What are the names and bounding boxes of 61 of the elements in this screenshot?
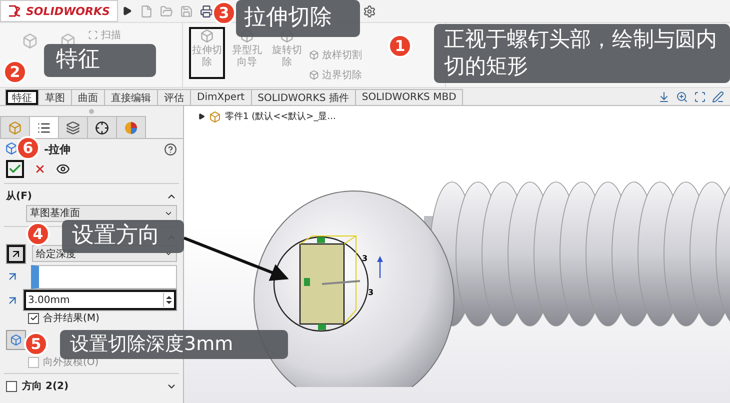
panel-tab[interactable] (87, 116, 117, 138)
direction2-checkbox[interactable] (6, 380, 17, 392)
start-condition-dropdown[interactable]: 草图基准面 (26, 204, 177, 222)
color-ball-icon (124, 120, 138, 134)
drag-handle[interactable] (89, 108, 94, 114)
draft-outward-label: 向外拔模(O) (43, 356, 99, 369)
axis-triad-icon (377, 256, 383, 278)
section-header: 从(F) (6, 190, 32, 203)
pen-icon[interactable] (712, 91, 724, 103)
expand-arrow-icon[interactable] (198, 113, 205, 120)
section-header: 方向 2(2) (22, 379, 69, 393)
dimension-label: 3 (362, 254, 368, 263)
merge-label: 合并结果(M) (43, 312, 100, 325)
ribbon-tab[interactable]: SOLIDWORKS 插件 (250, 89, 356, 105)
dimension-label: 3 (368, 288, 374, 297)
app-logo: SOLIDWORKS (0, 0, 118, 22)
cube-icon (200, 29, 214, 43)
ribbon-tab[interactable]: 草图 (38, 89, 72, 105)
crosshair-icon (95, 120, 109, 134)
settings-icon[interactable] (363, 4, 376, 18)
callout-tooltip: 设置切除深度3mm (60, 330, 288, 359)
callout-tooltip: 设置方向 (62, 220, 184, 253)
layers-icon (66, 120, 80, 134)
help-icon[interactable] (164, 142, 177, 156)
callout-tooltip: 特征 (44, 44, 156, 77)
draft-button[interactable] (6, 330, 26, 350)
orient-view-icon[interactable] (658, 91, 670, 103)
cube-icon (309, 50, 319, 60)
callout-tooltip: 正视于螺钉头部，绘制与圆内切的矩形 (434, 24, 730, 83)
callout-tooltip: 拉伸切除 (236, 0, 360, 37)
zoom-area-icon[interactable] (694, 91, 706, 103)
panel-tab[interactable] (29, 116, 59, 138)
expand-menu-icon[interactable] (122, 6, 132, 16)
zoom-icon[interactable] (676, 91, 688, 103)
depth-field[interactable]: 3.00mm (23, 289, 177, 311)
spin-buttons[interactable] (163, 293, 173, 307)
ribbon-tab[interactable]: 评估 (157, 89, 191, 105)
print-icon[interactable] (200, 4, 213, 18)
preview-icon[interactable] (56, 162, 70, 176)
feature-title: -拉伸 (44, 142, 71, 156)
ribbon-tab[interactable]: 曲面 (71, 89, 105, 105)
ribbon-tab[interactable]: DimXpert (190, 89, 252, 105)
list-icon (37, 120, 51, 134)
check-icon (30, 314, 38, 322)
panel-tab[interactable] (58, 116, 88, 138)
cube-icon (8, 120, 22, 134)
cancel-icon[interactable] (34, 163, 46, 175)
cube-icon (5, 142, 18, 155)
part-icon (209, 110, 221, 122)
merge-checkbox[interactable] (28, 312, 39, 324)
direction-selection-field[interactable] (31, 264, 177, 288)
ribbon-tab[interactable]: 直接编辑 (104, 89, 158, 105)
ribbon-tab[interactable]: 特征 (5, 89, 39, 105)
cube-icon (10, 334, 22, 346)
confirm-button[interactable] (6, 160, 24, 178)
arrow-icon (6, 270, 19, 283)
check-icon (8, 162, 22, 176)
tree-item[interactable]: 零件1 (默认<<默认>_显... (225, 110, 336, 123)
ribbon-tab[interactable]: SOLIDWORKS MBD (354, 89, 464, 105)
cube-icon (309, 70, 319, 80)
reverse-direction-button[interactable] (6, 244, 26, 264)
